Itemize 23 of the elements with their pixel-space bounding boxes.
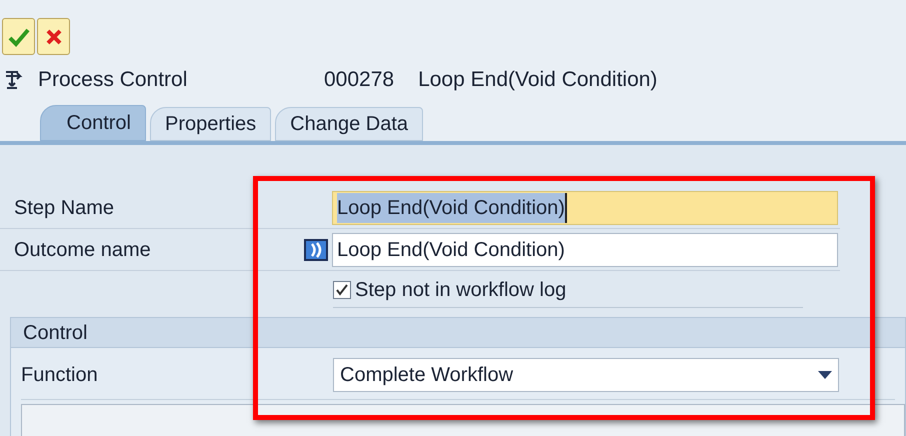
text-field[interactable]: Loop End(Void Condition) xyxy=(332,190,838,224)
tab[interactable]: Change Data xyxy=(275,107,424,141)
checkbox-label: Step not in workflow log xyxy=(355,278,566,302)
check-icon xyxy=(8,26,30,46)
cancel-button[interactable] xyxy=(37,18,70,55)
group-title: Control xyxy=(23,320,88,346)
confirm-button[interactable] xyxy=(2,18,35,55)
function-dropdown[interactable]: Complete Workflow xyxy=(333,358,839,392)
field-label: Outcome name xyxy=(13,238,152,262)
dropdown-arrow-icon xyxy=(818,370,832,378)
field-label: Step Name xyxy=(13,196,116,220)
header-title: Process Control xyxy=(38,67,188,94)
tab[interactable]: Control xyxy=(40,105,146,141)
step-number: 000278 xyxy=(324,67,394,94)
outcome-icon[interactable] xyxy=(304,238,328,260)
text-field[interactable]: Loop End(Void Condition) xyxy=(332,232,838,266)
checkbox[interactable] xyxy=(333,280,351,298)
field-value: Loop End(Void Condition) xyxy=(337,192,567,222)
cross-icon xyxy=(44,28,62,46)
step-title: Loop End(Void Condition) xyxy=(418,67,658,94)
tab[interactable]: Properties xyxy=(150,107,272,141)
field-value: Loop End(Void Condition) xyxy=(337,238,565,262)
field-label: Function xyxy=(21,362,99,388)
